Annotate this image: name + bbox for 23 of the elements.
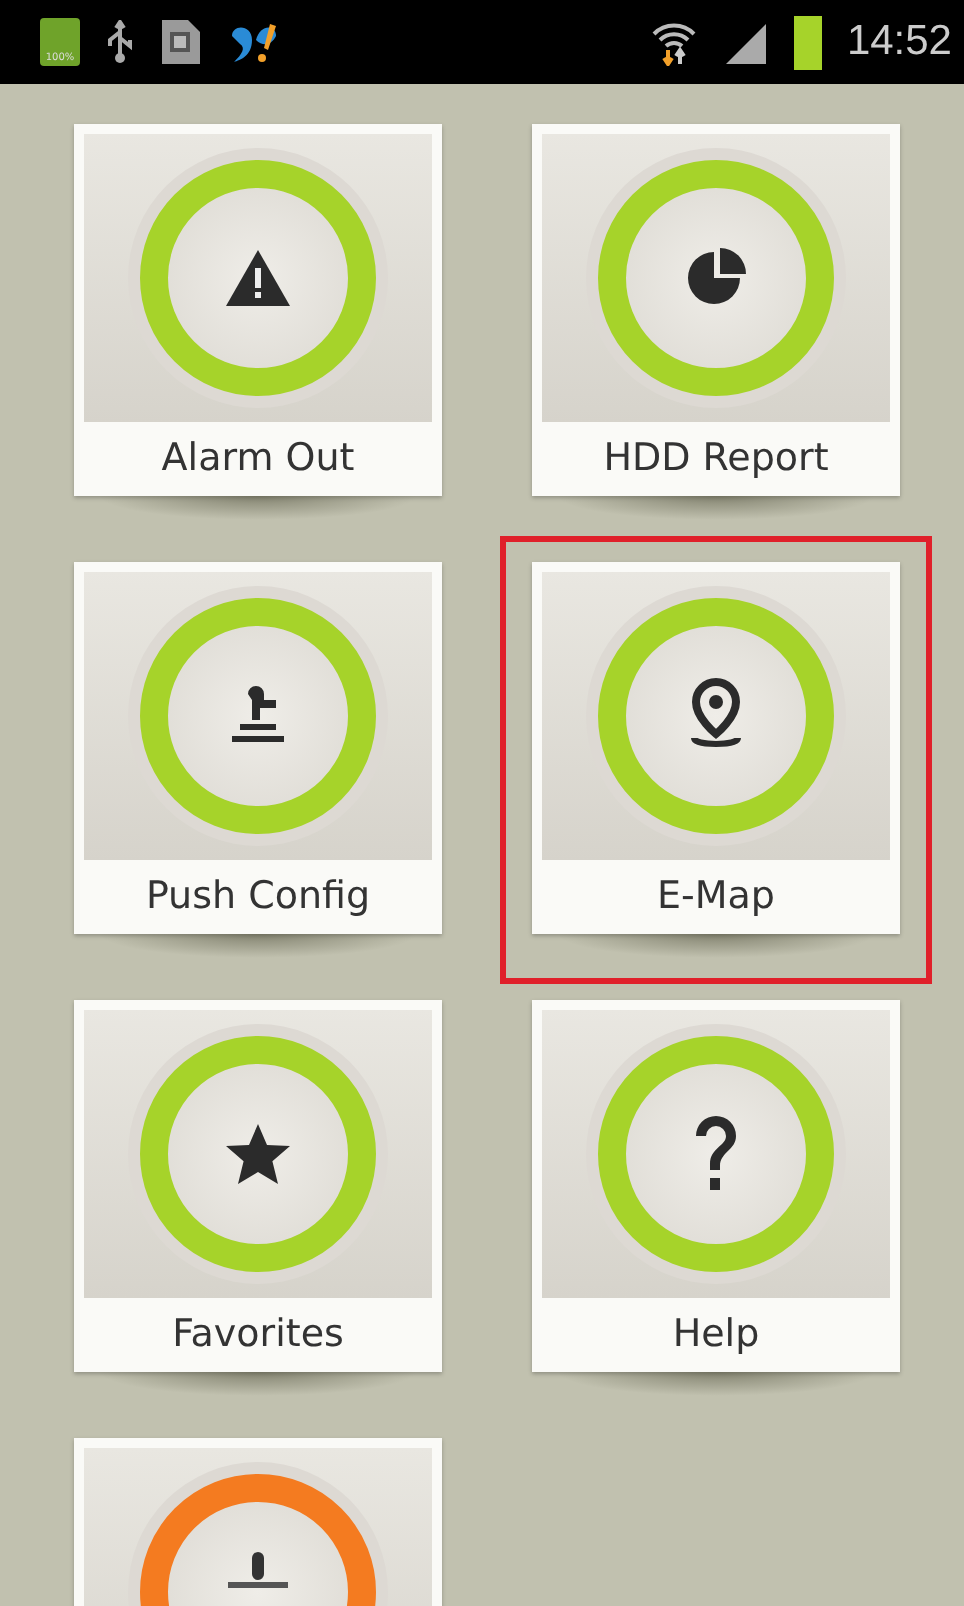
star-icon xyxy=(224,1122,292,1186)
signal-icon xyxy=(722,20,771,64)
menu-tile[interactable]: HDD Report xyxy=(532,124,900,496)
tile-label: Help xyxy=(670,1310,762,1360)
app-icon xyxy=(228,20,280,64)
warning-icon xyxy=(224,248,292,308)
question-mark-icon xyxy=(690,1114,742,1194)
tile-label: Push Config xyxy=(143,872,373,922)
tile-label: HDD Report xyxy=(601,434,831,484)
tile-label: Favorites xyxy=(170,1310,346,1360)
pie-chart-icon xyxy=(684,246,748,310)
menu-tile[interactable]: Favorites xyxy=(74,1000,442,1372)
menu-tile[interactable]: E-Map xyxy=(532,562,900,934)
usb-icon xyxy=(104,20,136,64)
menu-tile[interactable]: Push Config xyxy=(74,562,442,934)
clock: 14:52 xyxy=(846,18,952,66)
tile-label: Alarm Out xyxy=(159,434,357,484)
tile-label: E-Map xyxy=(655,872,777,922)
sim-card-icon xyxy=(160,18,204,66)
wifi-icon xyxy=(650,18,699,66)
menu-tile[interactable]: Help xyxy=(532,1000,900,1372)
menu-tile[interactable]: Alarm Out xyxy=(74,124,442,496)
battery-icon xyxy=(794,15,823,69)
